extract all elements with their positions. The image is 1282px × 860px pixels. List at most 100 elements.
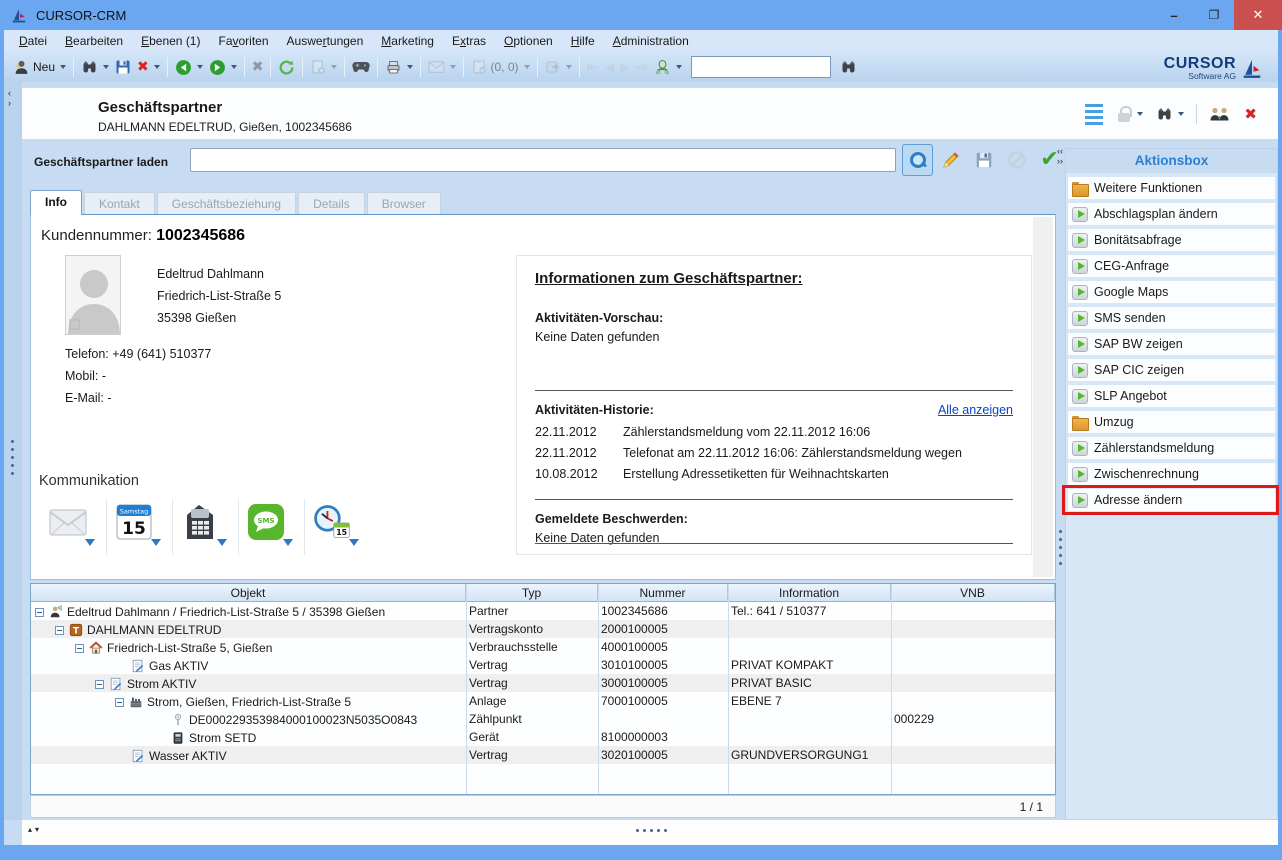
dropdown-arrow-icon[interactable]: [1178, 112, 1184, 116]
binoculars-button[interactable]: [1153, 102, 1187, 126]
bottom-splitter-grip[interactable]: [636, 829, 667, 832]
reminder-button[interactable]: 15: [305, 499, 371, 555]
table-row[interactable]: Wasser AKTIVVertrag3020100005GRUNDVERSOR…: [31, 746, 1055, 764]
dropdown-arrow-icon[interactable]: [154, 65, 160, 69]
aktionsbox-item-zwischenrechnung[interactable]: Zwischenrechnung: [1068, 463, 1275, 485]
aktionsbox-splitter-arrows[interactable]: ‹›: [1057, 146, 1060, 166]
tree-collapse-icon[interactable]: [115, 698, 124, 707]
quick-search-input[interactable]: [691, 56, 831, 78]
menu-favoriten[interactable]: Favoriten: [209, 31, 277, 51]
table-row[interactable]: Strom SETDGerät8100000003: [31, 728, 1055, 746]
pencil-button[interactable]: [935, 144, 966, 176]
phone-button[interactable]: [173, 499, 239, 555]
column-header-nummer[interactable]: Nummer: [598, 584, 728, 602]
dropdown-arrow-icon[interactable]: [331, 65, 337, 69]
aktionsbox-item-slp-angebot[interactable]: SLP Angebot: [1068, 385, 1275, 407]
aktionsbox-item-sms-senden[interactable]: SMS senden: [1068, 307, 1275, 329]
table-row[interactable]: DE000229353984000100023N5035O0843Zählpun…: [31, 710, 1055, 728]
close-button[interactable]: [1234, 0, 1282, 30]
dropdown-arrow-icon[interactable]: [231, 65, 237, 69]
bottom-splitter-bar[interactable]: ▴▾: [22, 820, 1278, 845]
menu-marketing[interactable]: Marketing: [372, 31, 443, 51]
tree-collapse-icon[interactable]: [35, 608, 44, 617]
person-search-button[interactable]: [651, 55, 685, 79]
table-row[interactable]: Strom AKTIVVertrag3000100005PRIVAT BASIC: [31, 674, 1055, 692]
export-button[interactable]: [542, 55, 575, 79]
binoculars-button[interactable]: [78, 55, 112, 79]
tree-collapse-icon[interactable]: [95, 680, 104, 689]
menu-optionen[interactable]: Optionen: [495, 31, 562, 51]
close-record-button[interactable]: ✖: [1241, 102, 1260, 126]
delete-button[interactable]: ✖: [134, 55, 163, 79]
menu-administration[interactable]: Administration: [604, 31, 698, 51]
column-header-objekt[interactable]: Objekt: [31, 584, 466, 602]
dropdown-arrow-icon[interactable]: [60, 65, 66, 69]
table-row[interactable]: Strom, Gießen, Friedrich-List-Straße 5An…: [31, 692, 1055, 710]
menu-ebenen-1[interactable]: Ebenen (1): [132, 31, 209, 51]
menu-bearbeiten[interactable]: Bearbeiten: [56, 31, 132, 51]
dropdown-arrow-icon[interactable]: [283, 539, 293, 546]
tree-collapse-icon[interactable]: [75, 644, 84, 653]
copy-doc-button[interactable]: [307, 55, 340, 79]
forward-button[interactable]: [206, 55, 240, 79]
maximize-button[interactable]: [1194, 0, 1234, 30]
dropdown-arrow-icon[interactable]: [566, 65, 572, 69]
team-button[interactable]: [1206, 102, 1234, 126]
aktionsbox-splitter[interactable]: ‹›: [1057, 144, 1065, 820]
minimize-button[interactable]: [1154, 0, 1194, 30]
magnifier-button[interactable]: [902, 144, 933, 176]
save-small-button[interactable]: [968, 144, 999, 176]
email-button[interactable]: [41, 499, 107, 555]
nav-first-button[interactable]: ⇤: [584, 55, 603, 79]
table-row[interactable]: Edeltrud Dahlmann / Friedrich-List-Straß…: [31, 602, 1055, 620]
tab-gesch-ftsbeziehung[interactable]: Geschäftsbeziehung: [157, 192, 296, 215]
aktionsbox-item-adresse-ndern[interactable]: Adresse ändern: [1068, 489, 1275, 511]
dropdown-arrow-icon[interactable]: [151, 539, 161, 546]
aktionsbox-item-ceg-anfrage[interactable]: CEG-Anfrage: [1068, 255, 1275, 277]
dropdown-arrow-icon[interactable]: [1137, 112, 1143, 116]
cancel-x-button[interactable]: ✖: [249, 55, 267, 79]
lock-button[interactable]: [1113, 102, 1146, 126]
new-person-button[interactable]: Neu: [10, 55, 69, 79]
dropdown-arrow-icon[interactable]: [407, 65, 413, 69]
aktionsbox-splitter-grip[interactable]: [1059, 530, 1062, 565]
save-button[interactable]: [112, 55, 134, 79]
tab-details[interactable]: Details: [298, 192, 365, 215]
tree-collapse-icon[interactable]: [55, 626, 64, 635]
nav-prev-button[interactable]: ◀: [602, 55, 617, 79]
mail-button[interactable]: [425, 55, 459, 79]
column-header-vnb[interactable]: VNB: [891, 584, 1055, 602]
aktionsbox-item-z-hlerstandsmeldung[interactable]: Zählerstandsmeldung: [1068, 437, 1275, 459]
tab-kontakt[interactable]: Kontakt: [84, 192, 155, 215]
print-button[interactable]: [382, 55, 416, 79]
aktionsbox-item-abschlagsplan-ndern[interactable]: Abschlagsplan ändern: [1068, 203, 1275, 225]
dropdown-arrow-icon[interactable]: [217, 539, 227, 546]
dropdown-arrow-icon[interactable]: [524, 65, 530, 69]
menu-lines-button[interactable]: [1082, 102, 1106, 126]
refresh-button[interactable]: [275, 55, 298, 79]
tab-browser[interactable]: Browser: [367, 192, 441, 215]
aktionsbox-item-sap-cic-zeigen[interactable]: SAP CIC zeigen: [1068, 359, 1275, 381]
left-collapsed-panel-splitter[interactable]: ‹›: [4, 82, 22, 820]
menu-hilfe[interactable]: Hilfe: [562, 31, 604, 51]
aktionsbox-item-umzug[interactable]: Umzug: [1068, 411, 1275, 433]
dropdown-arrow-icon[interactable]: [85, 539, 95, 546]
table-row[interactable]: TDAHLMANN EDELTRUDVertragskonto 20001000…: [31, 620, 1055, 638]
calendar-button[interactable]: Samstag15: [107, 499, 173, 555]
gamepad-button[interactable]: [349, 55, 373, 79]
splitter-collapse-arrows[interactable]: ‹›: [8, 88, 11, 108]
clipboard-count-button[interactable]: (0, 0): [468, 55, 532, 79]
bottom-splitter-arrows[interactable]: ▴▾: [28, 825, 42, 834]
sms-button[interactable]: SMS: [239, 499, 305, 555]
block-button[interactable]: [1001, 144, 1032, 176]
column-header-typ[interactable]: Typ: [466, 584, 598, 602]
table-row[interactable]: Gas AKTIVVertrag3010100005PRIVAT KOMPAKT: [31, 656, 1055, 674]
dropdown-arrow-icon[interactable]: [197, 65, 203, 69]
aktionsbox-item-sap-bw-zeigen[interactable]: SAP BW zeigen: [1068, 333, 1275, 355]
dropdown-arrow-icon[interactable]: [349, 539, 359, 546]
splitter-grip[interactable]: [11, 440, 14, 475]
dropdown-arrow-icon[interactable]: [676, 65, 682, 69]
aktionsbox-item-bonit-tsabfrage[interactable]: Bonitätsabfrage: [1068, 229, 1275, 251]
nav-next-button[interactable]: ▶: [617, 55, 632, 79]
back-button[interactable]: [172, 55, 206, 79]
